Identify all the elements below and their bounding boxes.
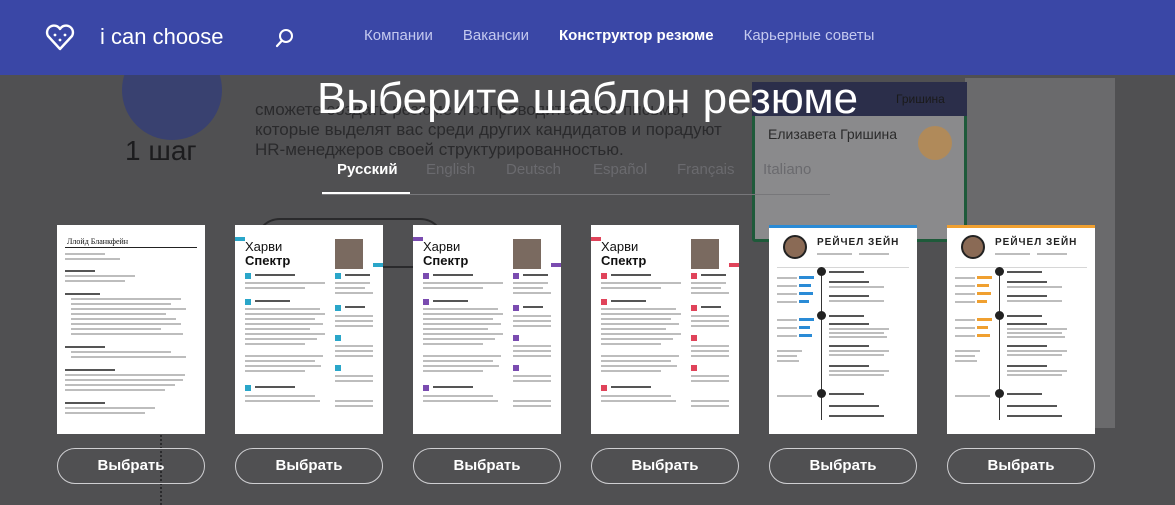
template-preview-spektr-red[interactable]: Харви Спектр: [591, 225, 739, 434]
template-preview-spektr-blue[interactable]: Харви Спектр: [235, 225, 383, 434]
template-card: РЕЙЧЕЛ ЗЕЙН Выбрать: [947, 225, 1095, 484]
template-card: Харви Спектр Выбрать: [413, 225, 561, 484]
nav-item-companies[interactable]: Компании: [364, 27, 433, 44]
search-icon[interactable]: [274, 27, 296, 49]
template-surname: Спектр: [601, 253, 647, 268]
background-card-name: Елизавета Гришина: [768, 126, 898, 142]
template-card: Харви Спектр Выбрать: [235, 225, 383, 484]
template-card: Ллойд Бланкфейн Выбрать: [57, 225, 205, 484]
tab-italiano[interactable]: Italiano: [763, 161, 811, 178]
select-template-button[interactable]: Выбрать: [57, 448, 205, 484]
template-name: Харви: [423, 239, 461, 254]
select-template-button[interactable]: Выбрать: [591, 448, 739, 484]
template-name: Харви: [245, 239, 283, 254]
nav-item-vacancies[interactable]: Вакансии: [463, 27, 529, 44]
page-title: Выберите шаблон резюме: [316, 74, 859, 123]
select-template-button[interactable]: Выбрать: [235, 448, 383, 484]
tab-espanol[interactable]: Español: [593, 161, 647, 178]
tab-russian[interactable]: Русский: [337, 161, 398, 178]
nav-item-career-tips[interactable]: Карьерные советы: [744, 27, 875, 44]
select-template-button[interactable]: Выбрать: [947, 448, 1095, 484]
background-avatar: [918, 126, 952, 160]
step-label: 1 шаг: [125, 135, 197, 166]
template-preview-spektr-purple[interactable]: Харви Спектр: [413, 225, 561, 434]
select-template-button[interactable]: Выбрать: [413, 448, 561, 484]
site-header: i can choose Компании Вакансии Конструкт…: [0, 0, 1175, 75]
main-nav: Компании Вакансии Конструктор резюме Кар…: [364, 27, 874, 44]
template-name: РЕЙЧЕЛ ЗЕЙН: [995, 237, 1078, 248]
template-surname: Спектр: [245, 253, 291, 268]
template-name: РЕЙЧЕЛ ЗЕЙН: [817, 237, 900, 248]
template-card: РЕЙЧЕЛ ЗЕЙН Выбрать: [769, 225, 917, 484]
template-name: Харви: [601, 239, 639, 254]
select-template-button[interactable]: Выбрать: [769, 448, 917, 484]
language-tabs: Русский English Deutsch Español Français…: [322, 159, 830, 195]
tab-deutsch[interactable]: Deutsch: [506, 161, 561, 178]
logo-text[interactable]: i can choose: [100, 24, 224, 50]
tab-english[interactable]: English: [426, 161, 475, 178]
active-tab-underline: [322, 192, 410, 194]
template-preview-zein-orange[interactable]: РЕЙЧЕЛ ЗЕЙН: [947, 225, 1095, 434]
template-surname: Спектр: [423, 253, 469, 268]
template-card: Харви Спектр Выбрать: [591, 225, 739, 484]
template-preview-classic[interactable]: Ллойд Бланкфейн: [57, 225, 205, 434]
tab-francais[interactable]: Français: [677, 161, 735, 178]
template-preview-zein-blue[interactable]: РЕЙЧЕЛ ЗЕЙН: [769, 225, 917, 434]
nav-item-resume-builder[interactable]: Конструктор резюме: [559, 27, 714, 44]
logo-icon[interactable]: [45, 22, 75, 52]
